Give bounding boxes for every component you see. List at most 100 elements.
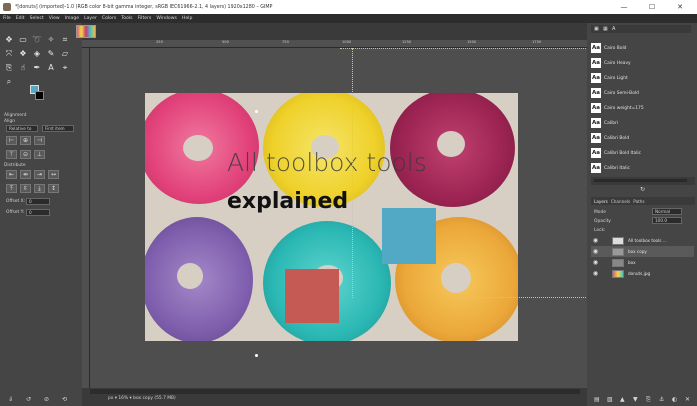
canvas-text-line-2[interactable]: explained — [227, 189, 348, 214]
visibility-eye-icon[interactable]: ◉ — [591, 237, 600, 244]
lasso-tool-icon[interactable]: ➰ — [32, 35, 42, 45]
layer-row[interactable]: ◉ box copy — [591, 246, 694, 257]
fonts-hscrollbar[interactable] — [594, 179, 687, 182]
align-left-icon[interactable]: ⊢ — [6, 136, 17, 145]
font-scroll-area — [591, 177, 695, 185]
font-list-item[interactable]: Aa Calibri Italic — [591, 161, 691, 175]
distribute-top-icon[interactable]: ⤒ — [6, 184, 17, 193]
font-list-item[interactable]: Aa Cairo Light — [591, 71, 691, 85]
patterns-tab-icon[interactable]: ▦ — [603, 26, 608, 32]
minimize-button[interactable]: — — [610, 0, 638, 14]
tab-paths[interactable]: Paths — [633, 199, 644, 204]
zoom-select[interactable]: 16% — [118, 396, 128, 401]
close-button[interactable]: ✕ — [666, 0, 694, 14]
color-picker-tool-icon[interactable]: ⌖ — [60, 63, 70, 73]
distribute-left-icon[interactable]: ⇤ — [6, 170, 17, 179]
font-list-item[interactable]: Aa Calibri Bold Italic — [591, 146, 691, 160]
font-list-item[interactable]: Aa Calibri Bold — [591, 131, 691, 145]
fuzzy-select-tool-icon[interactable]: ✧ — [46, 35, 56, 45]
offset-y-input[interactable]: 0 — [26, 209, 50, 216]
bucket-fill-tool-icon[interactable]: ◈ — [32, 49, 42, 59]
paintbrush-tool-icon[interactable]: ✎ — [46, 49, 56, 59]
align-top-icon[interactable]: ⊤ — [6, 150, 17, 159]
brushes-tab-icon[interactable]: ▣ — [594, 26, 599, 32]
layer-row[interactable]: ◉ donuts.jpg — [591, 268, 694, 279]
distribute-center-icon[interactable]: ⇹ — [20, 170, 31, 179]
visibility-eye-icon[interactable]: ◉ — [591, 270, 600, 277]
menu-file[interactable]: File — [3, 16, 11, 21]
font-list-item[interactable]: Aa Cairo Heavy — [591, 56, 691, 70]
font-list-item[interactable]: Aa Cairo weight=175 — [591, 101, 691, 115]
menu-help[interactable]: Help — [182, 16, 192, 21]
tab-layers[interactable]: Layers — [594, 199, 608, 204]
warp-tool-icon[interactable]: ❖ — [18, 49, 28, 59]
font-list-item[interactable]: Aa Cairo Bold — [591, 41, 691, 55]
menu-filters[interactable]: Filters — [138, 16, 152, 21]
relative-to-select[interactable]: First item — [42, 125, 74, 132]
eraser-tool-icon[interactable]: ▱ — [60, 49, 70, 59]
menu-colors[interactable]: Colors — [102, 16, 116, 21]
distribute-right-icon[interactable]: ⇥ — [34, 170, 45, 179]
restore-options-icon[interactable]: ↺ — [26, 396, 31, 403]
maximize-button[interactable]: ☐ — [638, 0, 666, 14]
distribute-hspace-icon[interactable]: ↔ — [48, 170, 59, 179]
move-tool-icon[interactable]: ✥ — [4, 35, 14, 45]
refresh-fonts-icon[interactable]: ↻ — [640, 186, 645, 193]
mode-select[interactable]: Normal — [652, 208, 682, 215]
fonts-tab-icon[interactable]: A — [612, 26, 615, 32]
lower-layer-icon[interactable]: ▼ — [633, 396, 638, 403]
clone-tool-icon[interactable]: ⎘ — [4, 63, 14, 73]
text-tool-icon[interactable]: A — [46, 63, 56, 73]
unified-transform-tool-icon[interactable]: ⤧ — [4, 49, 14, 59]
visibility-eye-icon[interactable]: ◉ — [591, 259, 600, 266]
zoom-tool-icon[interactable]: ⌕ — [4, 77, 14, 87]
delete-layer-icon[interactable]: ✕ — [685, 396, 690, 403]
canvas-text-line-1[interactable]: All toolbox tools — [227, 148, 427, 177]
distribute-middle-icon[interactable]: ⇳ — [20, 184, 31, 193]
smudge-tool-icon[interactable]: ☝ — [18, 63, 28, 73]
opacity-input[interactable]: 100.0 — [652, 217, 682, 224]
layer-row[interactable]: ◉ box — [591, 257, 694, 268]
background-color-swatch[interactable] — [35, 91, 44, 100]
unit-select[interactable]: px — [108, 396, 113, 401]
box-copy-layer[interactable] — [382, 208, 436, 264]
anchor-layer-icon[interactable]: ⚓ — [659, 396, 664, 403]
menu-select[interactable]: Select — [30, 16, 44, 21]
menu-image[interactable]: Image — [65, 16, 79, 21]
rect-select-tool-icon[interactable]: ▭ — [18, 35, 28, 45]
align-middle-icon[interactable]: ⊝ — [20, 150, 31, 159]
new-group-icon[interactable]: ▧ — [607, 396, 613, 403]
align-center-icon[interactable]: ⊕ — [20, 136, 31, 145]
image-donuts[interactable]: All toolbox tools explained — [145, 93, 518, 341]
box-layer[interactable] — [285, 269, 339, 323]
tab-channels[interactable]: Channels — [611, 199, 630, 204]
menu-edit[interactable]: Edit — [16, 16, 25, 21]
duplicate-layer-icon[interactable]: ⎘ — [646, 396, 651, 404]
mask-layer-icon[interactable]: ◐ — [672, 396, 677, 403]
offset-x-input[interactable]: 0 — [26, 198, 50, 205]
align-right-icon[interactable]: ⊣ — [34, 136, 45, 145]
visibility-eye-icon[interactable]: ◉ — [591, 248, 600, 255]
ruler-tick: 1250 — [402, 40, 412, 44]
menu-view[interactable]: View — [49, 16, 60, 21]
crop-tool-icon[interactable]: ⌗ — [60, 35, 70, 45]
distribute-bottom-icon[interactable]: ⤓ — [34, 184, 45, 193]
menu-layer[interactable]: Layer — [84, 16, 97, 21]
distribute-vspace-icon[interactable]: ↕ — [48, 184, 59, 193]
path-tool-icon[interactable]: ✒ — [32, 63, 42, 73]
horizontal-scrollbar[interactable] — [90, 389, 580, 394]
menu-windows[interactable]: Windows — [156, 16, 177, 21]
font-list-item[interactable]: Aa Calibri — [591, 116, 691, 130]
align-bottom-icon[interactable]: ⊥ — [34, 150, 45, 159]
raise-layer-icon[interactable]: ▲ — [620, 396, 625, 403]
menu-tools[interactable]: Tools — [121, 16, 132, 21]
delete-options-icon[interactable]: ⊘ — [44, 396, 49, 403]
font-list-item[interactable]: Aa Cairo Semi-Bold — [591, 86, 691, 100]
offset-y-label: Offset Y: — [6, 210, 25, 215]
reset-options-icon[interactable]: ⟲ — [62, 396, 67, 403]
image-tab-thumbnail[interactable] — [76, 25, 96, 38]
new-layer-icon[interactable]: ▤ — [594, 396, 600, 403]
layer-row[interactable]: ◉ All toolbox tools ... — [591, 235, 694, 246]
save-options-icon[interactable]: ⇓ — [8, 396, 13, 403]
ruler-tick: 500 — [222, 40, 229, 44]
